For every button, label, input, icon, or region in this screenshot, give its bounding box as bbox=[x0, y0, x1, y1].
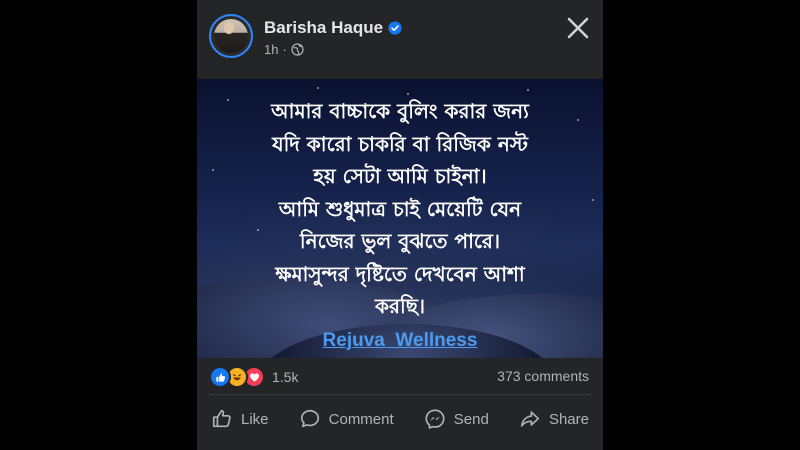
reactions-summary[interactable]: 1.5k bbox=[209, 366, 298, 388]
author-name-row: Barisha Haque bbox=[264, 18, 402, 38]
globe-icon[interactable] bbox=[291, 43, 304, 56]
verified-badge-icon bbox=[388, 21, 402, 35]
reaction-stats: 1.5k 373 comments bbox=[197, 358, 603, 394]
quote-line: আমি শুধুমাত্র চাই মেয়েটি যেন bbox=[278, 196, 522, 221]
share-icon bbox=[520, 411, 540, 427]
divider bbox=[209, 394, 591, 395]
reaction-count: 1.5k bbox=[272, 369, 299, 385]
send-button[interactable]: Send bbox=[424, 408, 489, 430]
quote-line: নিজের ভুল বুঝতে পারে। bbox=[299, 229, 501, 253]
post-meta: 1h · bbox=[264, 42, 304, 57]
comment-icon bbox=[300, 409, 319, 428]
comment-label: Comment bbox=[328, 410, 394, 428]
quote-line: করছি। bbox=[375, 294, 425, 318]
action-bar: Like Comment Send Share bbox=[197, 396, 603, 442]
comment-button[interactable]: Comment bbox=[299, 408, 394, 430]
post-card: Barisha Haque 1h · আমার বাচ্চাকে বুলিং ক… bbox=[197, 0, 603, 450]
star bbox=[592, 199, 594, 201]
share-label: Share bbox=[548, 410, 589, 428]
messenger-icon bbox=[425, 409, 445, 429]
quote-line: ক্ষমাসুন্দর দৃষ্টিতে দেখবেন আশা bbox=[275, 261, 525, 286]
author-name[interactable]: Barisha Haque bbox=[264, 18, 383, 38]
comments-count[interactable]: 373 comments bbox=[497, 368, 589, 384]
avatar[interactable] bbox=[209, 14, 253, 58]
avatar-face bbox=[224, 22, 234, 34]
brand-link[interactable]: Rejuva Wellness bbox=[323, 325, 478, 358]
like-reaction-icon bbox=[209, 366, 231, 388]
meta-separator: · bbox=[282, 42, 287, 57]
share-button[interactable]: Share bbox=[519, 408, 589, 430]
quote-line: হয় সেটা আমি চাইনা। bbox=[313, 164, 487, 188]
thumbs-up-icon bbox=[212, 409, 231, 428]
like-button[interactable]: Like bbox=[211, 408, 269, 430]
post-image[interactable]: আমার বাচ্চাকে বুলিং করার জন্য যদি কারো চ… bbox=[197, 79, 603, 358]
post-image-text: আমার বাচ্চাকে বুলিং করার জন্য যদি কারো চ… bbox=[217, 95, 583, 357]
post-header: Barisha Haque 1h · bbox=[197, 0, 603, 78]
close-icon[interactable] bbox=[565, 15, 591, 41]
quote-line: আমার বাচ্চাকে বুলিং করার জন্য bbox=[271, 99, 529, 123]
star bbox=[527, 89, 529, 91]
star bbox=[317, 87, 319, 89]
quote-line: যদি কারো চাকরি বা রিজিক নস্ট bbox=[272, 131, 528, 156]
post-time[interactable]: 1h bbox=[264, 42, 278, 57]
send-label: Send bbox=[453, 410, 489, 428]
star bbox=[212, 169, 214, 171]
like-label: Like bbox=[241, 410, 269, 428]
